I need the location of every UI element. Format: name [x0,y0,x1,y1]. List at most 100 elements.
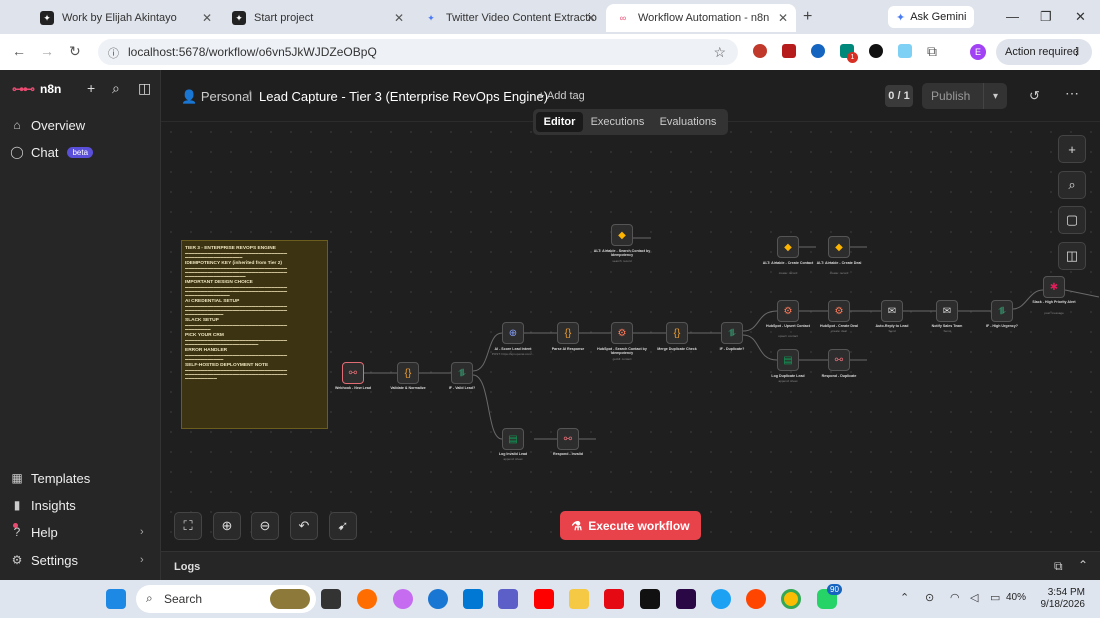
reddit-icon[interactable] [746,589,766,609]
more-options-icon[interactable]: ⋯ [1065,85,1079,102]
file-explorer-icon[interactable] [569,589,589,609]
ask-gemini-button[interactable]: ✦ Ask Gemini [888,6,974,28]
forward-icon[interactable]: → [40,43,54,59]
sidebar-item-chat[interactable]: ◯ Chat beta [10,141,94,163]
close-icon[interactable]: ✕ [778,11,788,25]
extension-icon[interactable] [898,44,912,58]
tab-executions[interactable]: Executions [586,112,649,132]
workflow-node[interactable]: ✱ [1043,276,1065,298]
extension-icon[interactable] [811,44,825,58]
workflow-node[interactable]: ⚯ [342,362,364,384]
workflow-node[interactable]: ◆ [777,236,799,258]
history-icon[interactable]: ↺ [1029,88,1040,104]
browser-tab[interactable]: ✦ Work by Elijah Akintayo ✕ [30,4,220,32]
cloud-extension-icon[interactable] [869,44,883,58]
volume-icon[interactable]: ◁ [970,591,978,604]
workflow-node[interactable]: ⚙ [828,300,850,322]
workflow-node[interactable]: ✉ [881,300,903,322]
address-bar[interactable]: ⓘ localhost:5678/workflow/o6vn5JkWJDZeOB… [98,39,738,65]
close-window-icon[interactable]: ✕ [1075,9,1086,25]
youtube-icon[interactable] [534,589,554,609]
publish-button[interactable]: Publish ▾ [922,83,1007,109]
wifi-icon[interactable]: ◠ [950,591,960,604]
workflow-node[interactable]: ⥮ [991,300,1013,322]
close-icon[interactable]: ✕ [394,11,404,25]
premiere-icon[interactable] [676,589,696,609]
search-icon[interactable]: ⌕ [112,80,120,97]
close-icon[interactable]: ✕ [586,11,596,25]
firefox-icon[interactable] [357,589,377,609]
zoom-out-button[interactable]: ⊖ [251,512,279,540]
workflow-node[interactable]: ⚯ [557,428,579,450]
workflow-node[interactable]: ▤ [502,428,524,450]
kebab-menu-icon[interactable]: ⋮ [1071,45,1082,58]
sidebar-item-overview[interactable]: ⌂ Overview [10,114,85,136]
workflow-node[interactable]: ◆ [828,236,850,258]
undo-button[interactable]: ↶ [290,512,318,540]
workflow-node[interactable]: ✉ [936,300,958,322]
project-breadcrumb[interactable]: 👤 Personal [181,89,252,105]
sticky-note[interactable]: TIER 3 - ENTERPRISE REVOPS ENGINE ▬▬▬▬▬▬… [181,240,328,429]
workflow-node[interactable]: ⥮ [721,322,743,344]
chevron-down-icon[interactable]: ▾ [983,83,1007,109]
tiktok-icon[interactable] [640,589,660,609]
workflow-node[interactable]: ◆ [611,224,633,246]
sidebar-item-settings[interactable]: ⚙ Settings › [10,549,155,571]
close-icon[interactable]: ✕ [202,11,212,25]
site-info-icon[interactable]: ⓘ [108,45,119,61]
back-icon[interactable]: ← [12,43,26,59]
tab-evaluations[interactable]: Evaluations [653,112,723,132]
sidebar-item-insights[interactable]: ▮ Insights [10,494,76,516]
sidebar-item-help[interactable]: ? Help › [10,521,155,543]
add-tag-button[interactable]: + Add tag [538,90,585,102]
toggle-panel-button[interactable]: ◫ [1058,242,1086,270]
search-nodes-button[interactable]: ⌕ [1058,171,1086,199]
workflow-name[interactable]: Lead Capture - Tier 3 (Enterprise RevOps… [259,89,548,104]
chevron-up-icon[interactable]: ⌃ [900,591,909,604]
plus-icon[interactable]: + [87,80,95,96]
panel-toggle-icon[interactable]: ◫ [138,80,151,97]
zoom-in-button[interactable]: ⊕ [213,512,241,540]
extensions-puzzle-icon[interactable]: ⧉ [927,43,937,60]
workflow-node[interactable]: {} [557,322,579,344]
minimize-icon[interactable]: — [1006,9,1019,24]
netflix-icon[interactable] [604,589,624,609]
task-view-icon[interactable] [321,589,341,609]
browser-tab-active[interactable]: ∞ Workflow Automation - n8n ✕ [606,4,796,32]
app-icon[interactable] [711,589,731,609]
add-sticky-button[interactable]: ▢ [1058,206,1086,234]
workflow-node[interactable]: ⚯ [828,349,850,371]
workflow-node[interactable]: {} [397,362,419,384]
new-tab-icon[interactable]: + [803,8,812,26]
add-node-button[interactable]: + [1058,135,1086,163]
chevron-up-icon[interactable]: ⌃ [1078,558,1088,572]
profile-avatar[interactable]: E [970,44,986,60]
tray-icon[interactable]: ⊙ [925,591,934,604]
reload-icon[interactable]: ↻ [69,43,81,60]
extension-icon[interactable] [782,44,796,58]
workflow-node[interactable]: ▤ [777,349,799,371]
workflow-node[interactable]: ⚙ [777,300,799,322]
workflow-node[interactable]: ⚙ [611,322,633,344]
workflow-node[interactable]: ⊕ [502,322,524,344]
logs-panel[interactable]: Logs ⧉ ⌃ [161,551,1100,580]
restore-icon[interactable]: ❐ [1040,9,1052,25]
workflow-node[interactable]: {} [666,322,688,344]
extension-icon[interactable] [753,44,767,58]
copilot-icon[interactable] [393,589,413,609]
tidy-up-button[interactable]: ➹ [329,512,357,540]
fit-view-button[interactable]: ⛶ [174,512,202,540]
bookmark-star-icon[interactable]: ☆ [713,44,726,61]
battery-icon[interactable]: ▭ [990,591,1000,604]
taskbar-search[interactable]: ⌕ Search [136,585,316,613]
system-clock[interactable]: 3:54 PM 9/18/2026 [1040,587,1086,611]
chrome-icon[interactable] [781,589,801,609]
browser-tab[interactable]: ✦ Twitter Video Content Extractio ✕ [414,4,604,32]
n8n-logo[interactable]: ⊶⊷ n8n [12,82,61,96]
store-icon[interactable] [463,589,483,609]
tab-editor[interactable]: Editor [536,112,583,132]
windows-start-icon[interactable] [106,589,126,609]
workflow-node[interactable]: ⥮ [451,362,473,384]
teams-icon[interactable] [498,589,518,609]
edge-icon[interactable] [428,589,448,609]
